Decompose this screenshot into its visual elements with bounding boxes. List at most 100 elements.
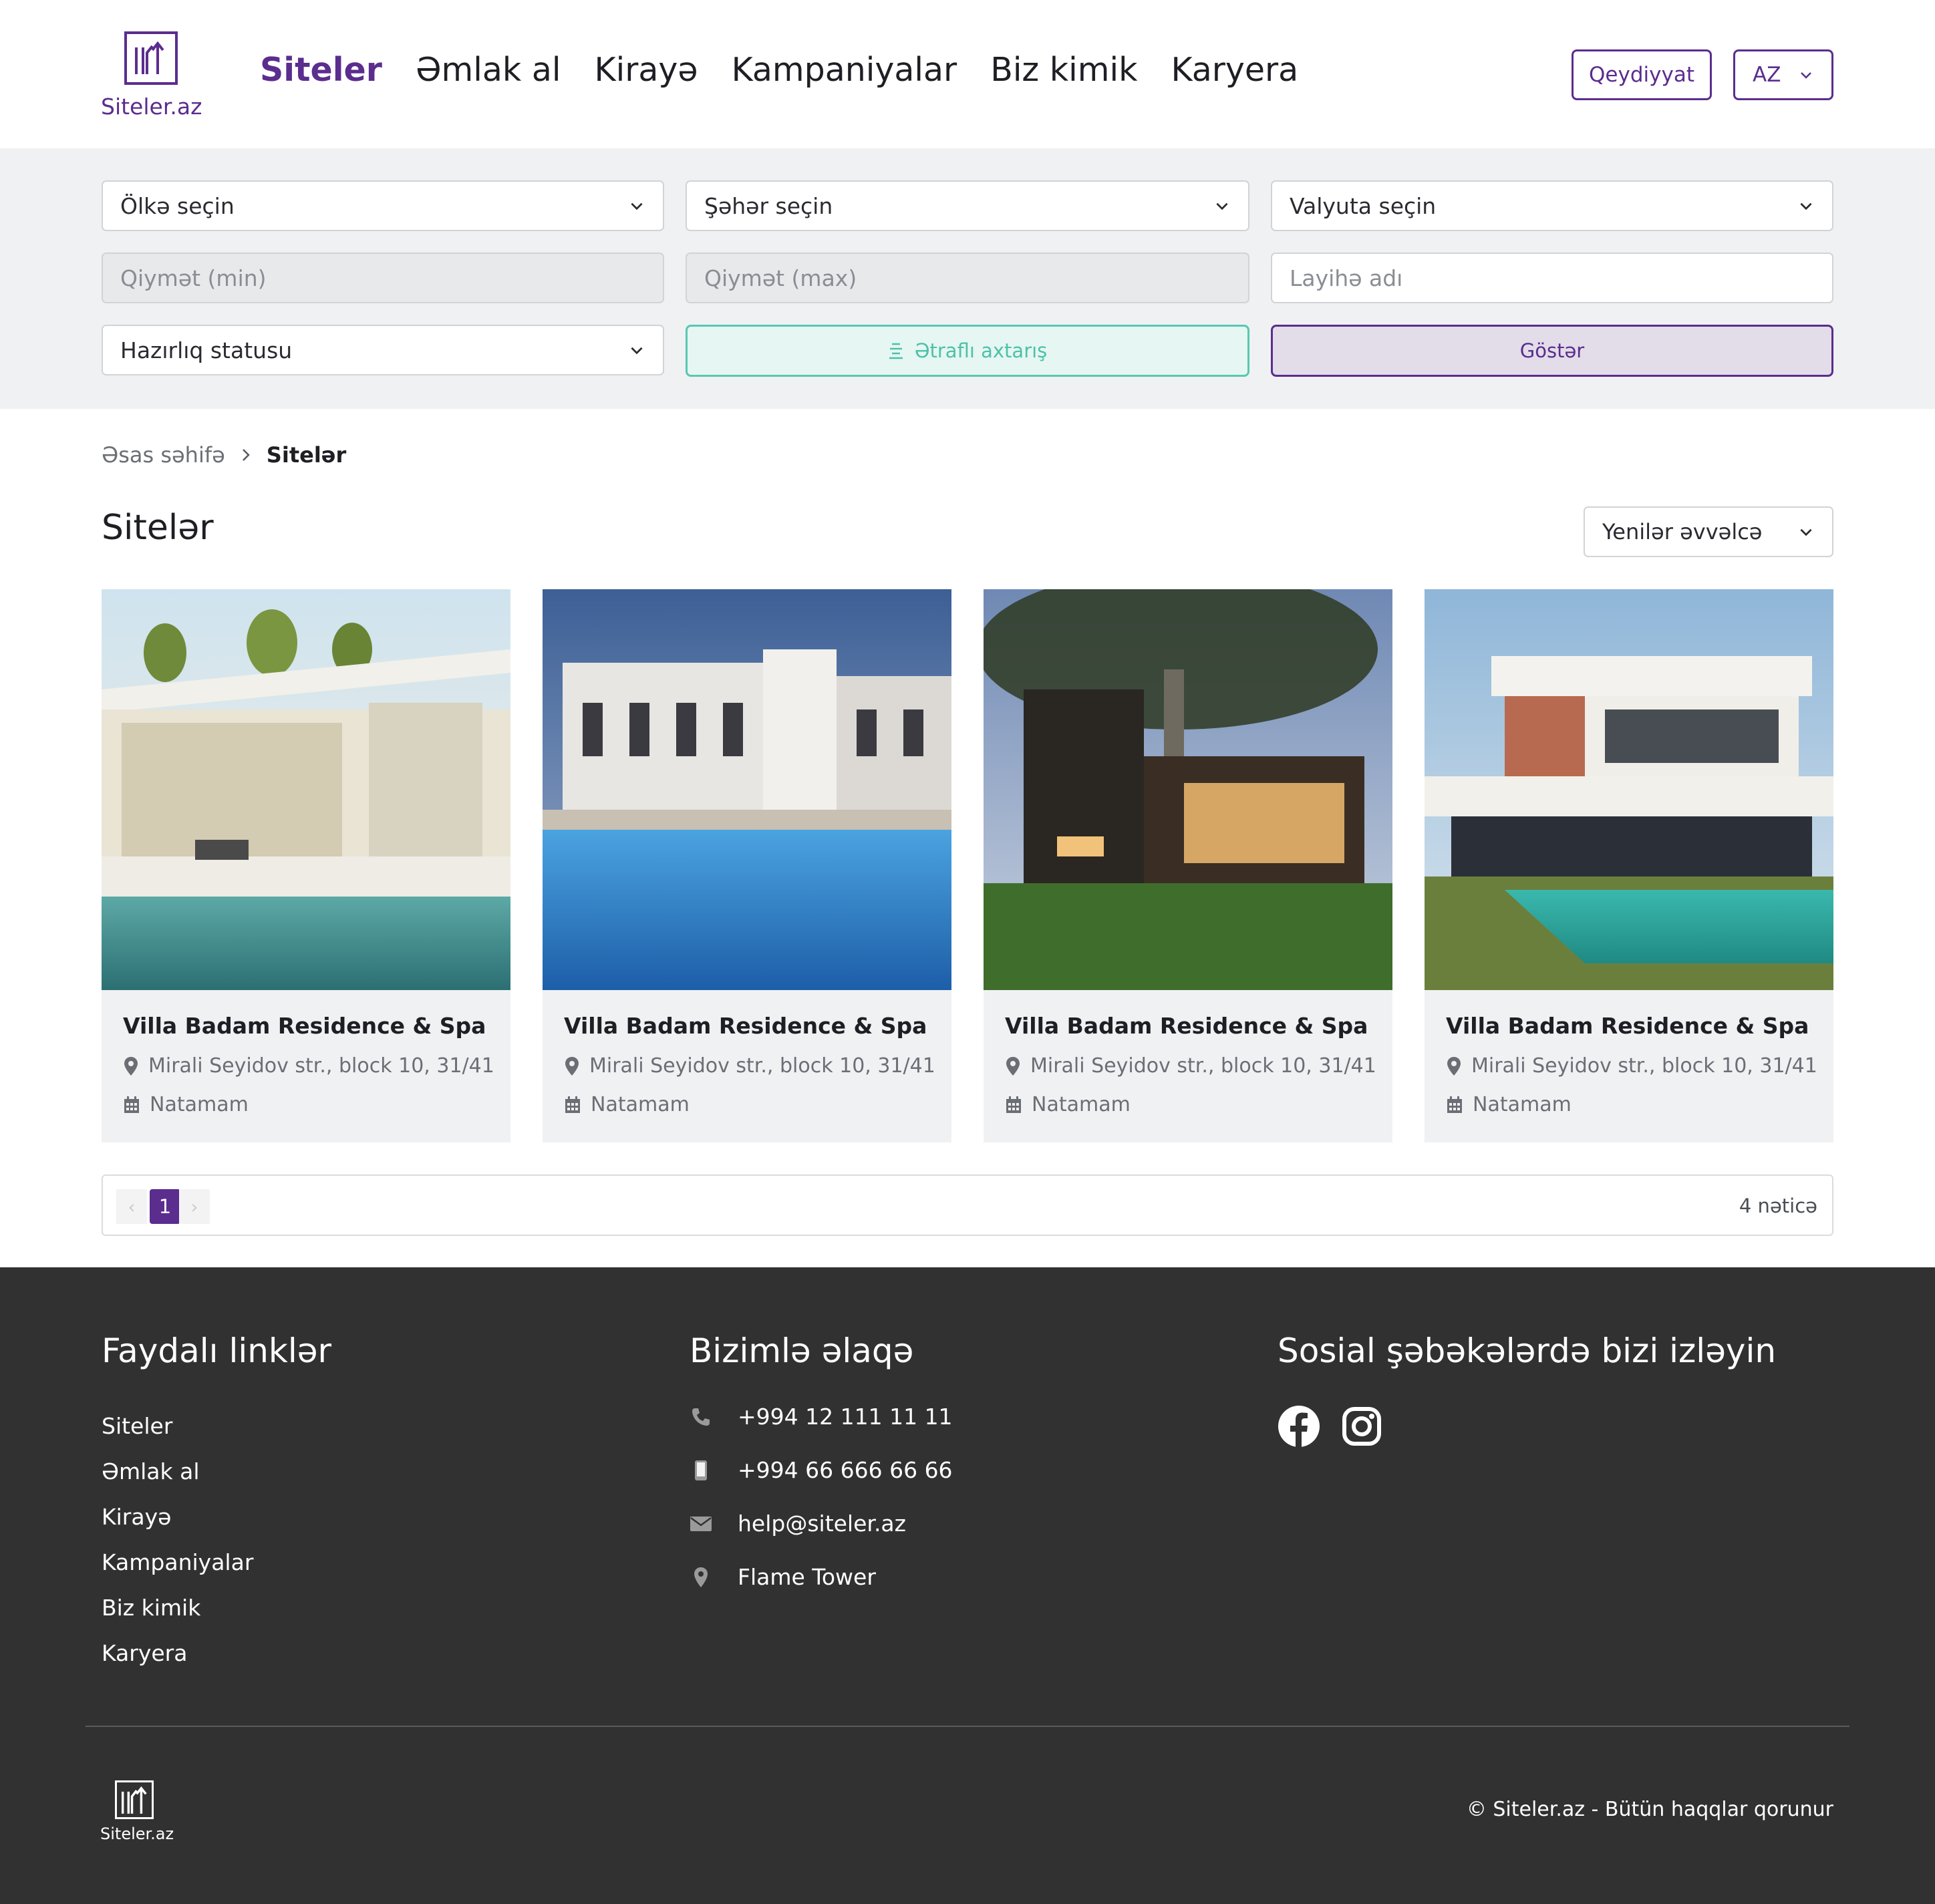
project-image	[543, 589, 951, 990]
footer-link-siteler[interactable]: Siteler	[102, 1413, 172, 1439]
project-address-text: Mirali Seyidov str., block 10, 31/41	[1030, 1054, 1376, 1078]
city-select[interactable]: Şəhər seçin	[686, 180, 1249, 231]
project-card[interactable]: Villa Badam Residence & Spa Mirali Seyid…	[102, 589, 510, 1142]
footer-mobile[interactable]: +994 66 666 66 66	[690, 1457, 953, 1483]
footer-link-kiraye[interactable]: Kirayə	[102, 1504, 171, 1530]
project-image	[1425, 589, 1833, 990]
footer-phone[interactable]: +994 12 111 11 11	[690, 1404, 953, 1430]
nav-item-karyera[interactable]: Karyera	[1171, 51, 1298, 89]
footer-divider	[86, 1726, 1849, 1727]
pagination: ‹ 1 › 4 nəticə	[102, 1174, 1833, 1236]
calendar-icon	[124, 1096, 139, 1113]
project-status-text: Natamam	[591, 1093, 690, 1116]
nav-item-siteler[interactable]: Siteler	[260, 51, 382, 89]
chevron-down-icon	[631, 202, 643, 210]
footer-social-heading: Sosial şəbəkələrdə bizi izləyin	[1278, 1331, 1777, 1370]
pagination-prev-button[interactable]: ‹	[116, 1189, 147, 1224]
breadcrumb-current: Sitelər	[266, 442, 347, 468]
nav-item-kiraye[interactable]: Kirayə	[594, 51, 698, 89]
search-filters: Ölkə seçin Şəhər seçin Valyuta seçin Qiy…	[0, 148, 1935, 409]
price-max-input[interactable]: Qiymət (max)	[686, 253, 1249, 303]
project-status-text: Natamam	[1473, 1093, 1572, 1116]
footer-mobile-text: +994 66 666 66 66	[738, 1457, 953, 1483]
status-select-label: Hazırlıq statusu	[120, 337, 293, 363]
chevron-down-icon	[1800, 202, 1812, 210]
country-select[interactable]: Ölkə seçin	[102, 180, 664, 231]
pagination-page-1[interactable]: 1	[150, 1189, 180, 1224]
sort-select[interactable]: Yenilər əvvəlcə	[1584, 506, 1833, 557]
register-button[interactable]: Qeydiyyat	[1572, 49, 1712, 100]
advanced-search-button[interactable]: Ətraflı axtarış	[686, 325, 1249, 377]
footer-link-kampaniyalar[interactable]: Kampaniyalar	[102, 1549, 253, 1575]
project-card[interactable]: Villa Badam Residence & Spa Mirali Seyid…	[543, 589, 951, 1142]
footer-address-text: Flame Tower	[738, 1564, 876, 1590]
show-results-button[interactable]: Göstər	[1271, 325, 1833, 377]
footer-link-karyera[interactable]: Karyera	[102, 1640, 187, 1666]
footer-email-text: help@siteler.az	[738, 1511, 906, 1537]
currency-select[interactable]: Valyuta seçin	[1271, 180, 1833, 231]
status-select[interactable]: Hazırlıq statusu	[102, 325, 664, 375]
chevron-down-icon	[1801, 72, 1811, 79]
location-pin-icon	[1006, 1056, 1020, 1076]
page-title: Sitelər	[102, 508, 214, 548]
copyright-text: © Siteler.az - Bütün haqqlar qorunur	[1466, 1798, 1833, 1821]
footer-logo-text: Siteler.az	[100, 1824, 174, 1843]
price-min-input[interactable]: Qiymət (min)	[102, 253, 664, 303]
footer-link-emlak-al[interactable]: Əmlak al	[102, 1458, 200, 1484]
social-links	[1278, 1405, 1383, 1448]
project-status: Natamam	[123, 1093, 249, 1116]
instagram-icon[interactable]	[1340, 1405, 1383, 1448]
project-status-text: Natamam	[1032, 1093, 1131, 1116]
project-address: Mirali Seyidov str., block 10, 31/41	[1005, 1054, 1376, 1078]
project-image	[102, 589, 510, 990]
main-nav: Siteler Əmlak al Kirayə Kampaniyalar Biz…	[260, 51, 1298, 89]
pagination-next-button[interactable]: ›	[179, 1189, 210, 1224]
logo-mark	[124, 31, 178, 85]
project-title: Villa Badam Residence & Spa	[1446, 1013, 1809, 1039]
site-logo[interactable]: Siteler.az	[101, 29, 202, 123]
logo-text: Siteler.az	[101, 94, 202, 120]
project-title: Villa Badam Residence & Spa	[1005, 1013, 1368, 1039]
project-address: Mirali Seyidov str., block 10, 31/41	[1446, 1054, 1817, 1078]
project-status: Natamam	[1446, 1093, 1572, 1116]
footer-link-biz-kimik[interactable]: Biz kimik	[102, 1595, 200, 1621]
envelope-icon	[690, 1513, 712, 1535]
project-address-text: Mirali Seyidov str., block 10, 31/41	[148, 1054, 494, 1078]
price-max-placeholder: Qiymət (max)	[704, 265, 857, 291]
nav-item-biz-kimik[interactable]: Biz kimik	[990, 51, 1137, 89]
project-status: Natamam	[564, 1093, 690, 1116]
footer-logo[interactable]: Siteler.az	[100, 1780, 174, 1847]
calendar-icon	[1006, 1096, 1021, 1113]
advanced-search-label: Ətraflı axtarış	[914, 339, 1048, 362]
calendar-icon	[1447, 1096, 1462, 1113]
city-select-label: Şəhər seçin	[704, 192, 833, 219]
project-name-placeholder: Layihə adı	[1290, 265, 1403, 291]
location-pin-icon	[690, 1566, 712, 1589]
footer-email[interactable]: help@siteler.az	[690, 1511, 906, 1537]
nav-item-kampaniyalar[interactable]: Kampaniyalar	[732, 51, 957, 89]
calendar-icon	[565, 1096, 580, 1113]
language-select[interactable]: AZ	[1733, 49, 1833, 100]
breadcrumb: Əsas səhifə Sitelər	[102, 442, 346, 468]
project-status: Natamam	[1005, 1093, 1131, 1116]
project-status-text: Natamam	[150, 1093, 249, 1116]
nav-item-emlak-al[interactable]: Əmlak al	[416, 51, 561, 89]
location-pin-icon	[124, 1056, 138, 1076]
footer-links-heading: Faydalı linklər	[102, 1331, 332, 1370]
country-select-label: Ölkə seçin	[120, 192, 235, 219]
chevron-down-icon	[631, 347, 643, 355]
project-card[interactable]: Villa Badam Residence & Spa Mirali Seyid…	[1425, 589, 1833, 1142]
chevron-down-icon	[1800, 528, 1812, 536]
filter-lines-icon	[889, 343, 903, 359]
project-card[interactable]: Villa Badam Residence & Spa Mirali Seyid…	[984, 589, 1392, 1142]
project-name-input[interactable]: Layihə adı	[1271, 253, 1833, 303]
phone-icon	[690, 1406, 712, 1428]
footer-phone-text: +994 12 111 11 11	[738, 1404, 953, 1430]
breadcrumb-home[interactable]: Əsas səhifə	[102, 442, 225, 468]
project-address-text: Mirali Seyidov str., block 10, 31/41	[1471, 1054, 1817, 1078]
chevron-right-icon	[242, 449, 250, 461]
footer-contact-heading: Bizimlə əlaqə	[690, 1331, 914, 1370]
facebook-icon[interactable]	[1278, 1405, 1320, 1448]
location-pin-icon	[565, 1056, 579, 1076]
currency-select-label: Valyuta seçin	[1290, 192, 1437, 219]
